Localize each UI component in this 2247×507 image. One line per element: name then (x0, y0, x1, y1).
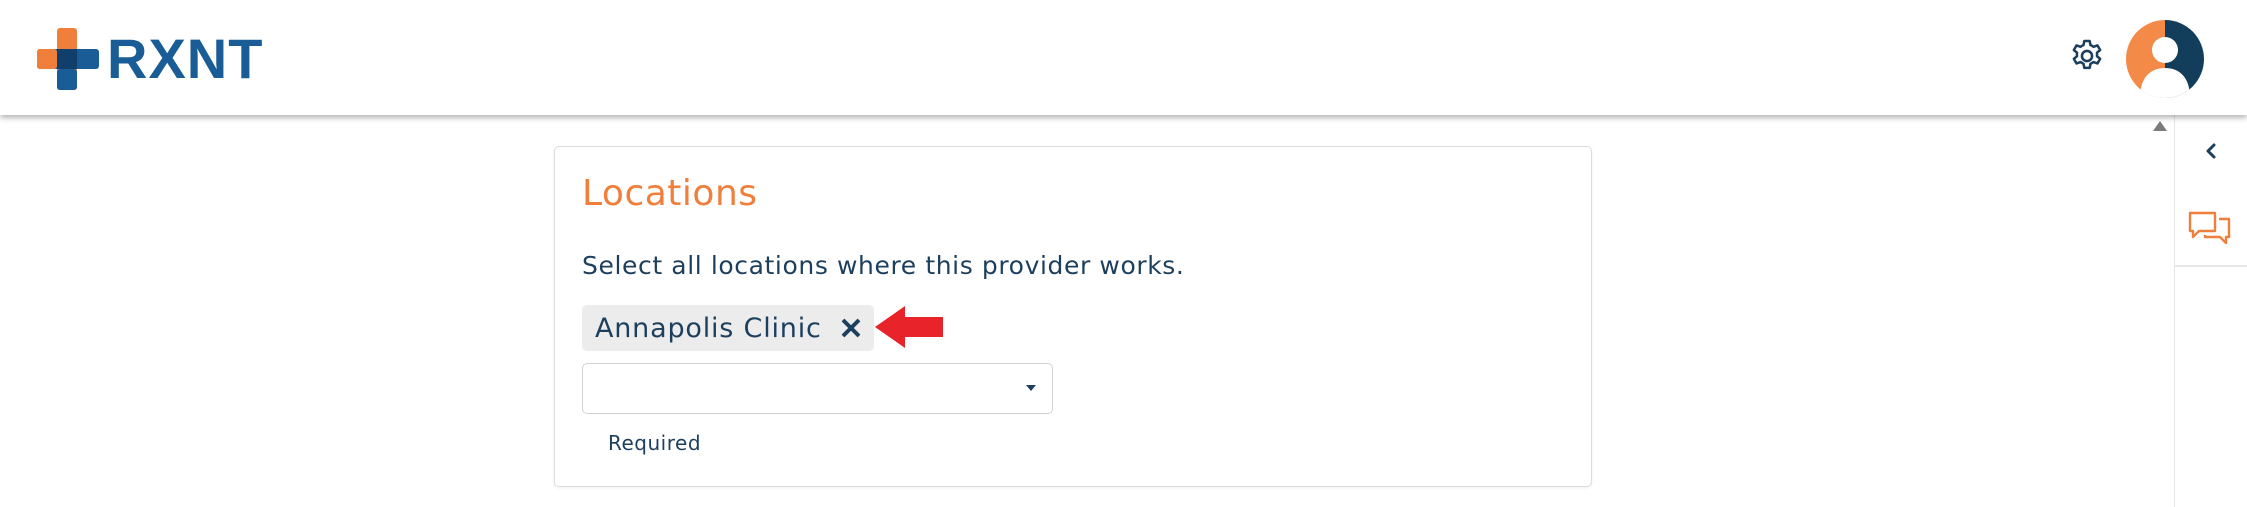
location-chip-label: Annapolis Clinic (595, 312, 822, 344)
location-select[interactable] (582, 363, 1053, 414)
chevron-left-icon (2206, 143, 2216, 159)
logo-text: RXNT (107, 27, 264, 90)
side-rail (2174, 115, 2247, 507)
required-hint: Required (608, 431, 702, 455)
card-description: Select all locations where this provider… (582, 251, 1185, 280)
gear-icon (2072, 39, 2102, 70)
collapse-sidebar-button[interactable] (2197, 137, 2225, 165)
rxnt-logo[interactable]: RXNT (37, 27, 264, 90)
logo-cross-icon (37, 28, 99, 90)
locations-card: Locations Select all locations where thi… (554, 146, 1592, 487)
card-title: Locations (582, 173, 758, 214)
settings-button[interactable] (2068, 37, 2106, 75)
user-avatar-icon (2126, 20, 2204, 98)
annotation-arrow-icon (875, 306, 943, 348)
location-chip: Annapolis Clinic (582, 305, 874, 351)
chat-bubbles-icon (2188, 211, 2231, 245)
caret-down-icon (1026, 385, 1036, 391)
chat-button[interactable] (2187, 205, 2233, 251)
rail-divider (2175, 265, 2247, 267)
user-avatar[interactable] (2126, 20, 2204, 98)
top-bar: RXNT (0, 0, 2247, 115)
close-icon[interactable] (840, 317, 862, 339)
scroll-up-arrow[interactable] (2153, 121, 2167, 131)
